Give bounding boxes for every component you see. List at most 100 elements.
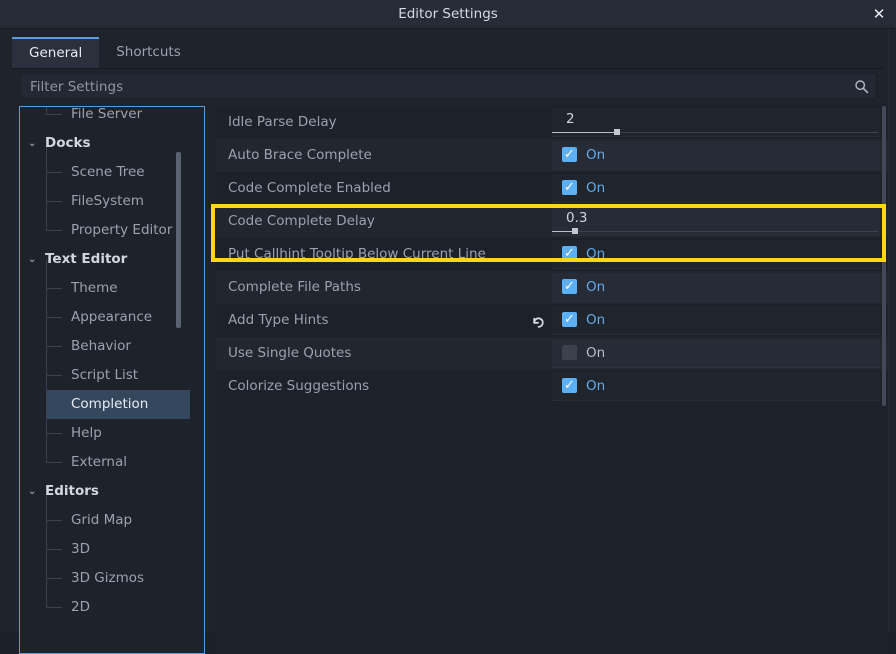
checkbox-icon[interactable]: ✓ (562, 345, 577, 360)
setting-row: Add Type Hints✓On (216, 304, 888, 337)
setting-label: Complete File Paths (228, 271, 361, 304)
checkbox-icon[interactable]: ✓ (562, 279, 577, 294)
tree-item-label: File Server (71, 106, 142, 122)
checkmark-icon: ✓ (564, 179, 575, 196)
setting-label: Auto Brace Complete (228, 139, 372, 172)
checkbox-icon[interactable]: ✓ (562, 246, 577, 261)
tree-item-label: Script List (71, 367, 138, 383)
search-input[interactable]: Filter Settings (20, 73, 877, 99)
slider-handle[interactable] (572, 228, 578, 234)
tree-item-editors[interactable]: ⌄ Editors (20, 477, 204, 506)
setting-value-cell[interactable]: ✓ On (552, 240, 880, 269)
setting-label: Idle Parse Delay (228, 106, 337, 139)
tree-guide-line (46, 201, 62, 202)
tree-guide-line (46, 346, 62, 347)
tree-item-label: Docks (45, 135, 91, 151)
setting-value-cell[interactable]: 2 (552, 108, 880, 137)
tree-item-file-server[interactable]: File Server (20, 106, 204, 129)
setting-number-value[interactable]: 2 (566, 108, 575, 130)
setting-value-cell[interactable]: 0.3 (552, 207, 880, 236)
setting-value-cell[interactable]: ✓ On (552, 273, 880, 302)
setting-label: Colorize Suggestions (228, 370, 369, 403)
setting-value-cell[interactable]: ✓ On (552, 306, 880, 335)
tree-item-label: External (71, 454, 127, 470)
panel-divider (888, 29, 889, 632)
tree-guide-line (46, 607, 62, 608)
checkbox-icon[interactable]: ✓ (562, 378, 577, 393)
setting-slider[interactable] (552, 131, 878, 134)
setting-row: Code Complete Delay0.3 (216, 205, 888, 238)
tree-item-grid-map[interactable]: Grid Map (20, 506, 204, 535)
checkmark-icon: ✓ (564, 377, 575, 394)
slider-fill (552, 132, 617, 133)
settings-list: Idle Parse Delay 2 Auto Brace Complete ✓ On C… (216, 106, 888, 654)
tree-item-help[interactable]: Help (20, 419, 204, 448)
tree-item-behavior[interactable]: Behavior (20, 332, 204, 361)
tree-guide-line (46, 230, 62, 231)
setting-bool-label: On (586, 343, 605, 364)
setting-number-value[interactable]: 0.3 (566, 207, 587, 229)
tab-shortcuts[interactable]: Shortcuts (99, 37, 198, 68)
checkmark-icon: ✓ (564, 311, 575, 328)
settings-scrollbar[interactable] (882, 106, 886, 406)
tree-guide-line (46, 114, 62, 115)
tree-item-script-list[interactable]: Script List (20, 361, 204, 390)
tree-item-completion[interactable]: Completion (46, 390, 190, 419)
tree-item-label: Help (71, 425, 102, 441)
tab-general[interactable]: General (12, 37, 99, 68)
setting-bool-label: On (586, 277, 605, 298)
tree-item-label: Appearance (71, 309, 152, 325)
editor-settings-window: Editor Settings ✕ General Shortcuts Filt… (0, 0, 896, 632)
setting-value-cell[interactable]: ✓ On (552, 372, 880, 401)
tree-item-label: Editors (45, 483, 99, 499)
tree-item-3d-gizmos[interactable]: 3D Gizmos (20, 564, 204, 593)
tree-scrollbar[interactable] (176, 152, 181, 328)
setting-bool-label: On (586, 376, 605, 397)
setting-label: Use Single Quotes (228, 337, 351, 370)
window-content: General Shortcuts Filter Settings File S… (0, 29, 896, 632)
tree-guide-line (46, 549, 62, 550)
slider-handle[interactable] (614, 129, 620, 135)
checkbox-icon[interactable]: ✓ (562, 147, 577, 162)
window-title: Editor Settings (0, 0, 896, 28)
tab-bar: General Shortcuts (12, 37, 884, 69)
tree-guide-line (46, 317, 62, 318)
setting-bool-label: On (586, 310, 605, 331)
tree-item-3d[interactable]: 3D (20, 535, 204, 564)
search-icon[interactable] (854, 79, 869, 94)
setting-bool-label: On (586, 244, 605, 265)
tree-item-2d[interactable]: 2D (20, 593, 204, 622)
tree-item-label: 2D (71, 599, 90, 615)
tree-guide-line (46, 578, 62, 579)
checkmark-icon: ✓ (564, 278, 575, 295)
search-placeholder: Filter Settings (30, 74, 123, 100)
tree-guide-line (46, 288, 62, 289)
setting-row: Auto Brace Complete ✓ On (216, 139, 888, 172)
tree-item-external[interactable]: External (20, 448, 204, 477)
setting-value-cell[interactable]: ✓ On (552, 174, 880, 203)
setting-rows: Idle Parse Delay 2 Auto Brace Complete ✓ On C… (216, 106, 888, 403)
setting-row: Put Callhint Tooltip Below Current Line✓… (216, 238, 888, 271)
tree-guide-line (46, 375, 62, 376)
chevron-down-icon[interactable]: ⌄ (28, 129, 40, 158)
slider-track (552, 231, 878, 232)
checkbox-icon[interactable]: ✓ (562, 180, 577, 195)
tree-guide-line (46, 520, 62, 521)
chevron-down-icon[interactable]: ⌄ (28, 245, 40, 274)
setting-bool-label: On (586, 145, 605, 166)
setting-value-cell[interactable]: ✓ On (552, 141, 880, 170)
tree-item-label: Completion (71, 396, 148, 412)
setting-row: Use Single Quotes ✓ On (216, 337, 888, 370)
setting-row: Code Complete Enabled✓On (216, 172, 888, 205)
setting-slider[interactable] (552, 230, 878, 233)
tree-guide-line (46, 144, 47, 231)
chevron-down-icon[interactable]: ⌄ (28, 477, 40, 506)
tree-guide-line (46, 462, 62, 463)
revert-arrow-icon[interactable] (530, 314, 547, 331)
checkbox-icon[interactable]: ✓ (562, 312, 577, 327)
tree-item-label: FileSystem (71, 193, 144, 209)
close-icon[interactable]: ✕ (864, 0, 894, 28)
tree-item-label: 3D (71, 541, 90, 557)
setting-value-cell[interactable]: ✓ On (552, 339, 880, 368)
setting-bool-label: On (586, 178, 605, 199)
